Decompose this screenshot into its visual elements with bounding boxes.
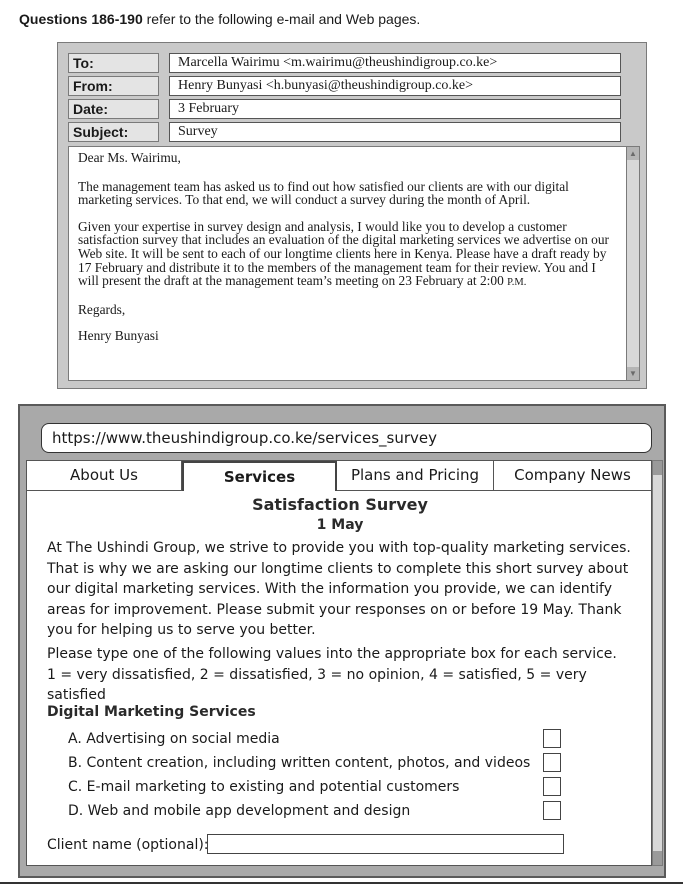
- email-subject-field[interactable]: Survey: [169, 122, 621, 142]
- scroll-up-arrow-icon[interactable]: ▲: [627, 147, 639, 160]
- page-divider: [0, 882, 683, 884]
- email-date-row: Date: 3 February: [68, 99, 621, 119]
- email-from-row: From: Henry Bunyasi <h.bunyasi@theushind…: [68, 76, 621, 96]
- service-label-a: A. Advertising on social media: [68, 731, 280, 747]
- rating-scale: 1 = very dissatisfied, 2 = dissatisfied,…: [47, 666, 587, 704]
- rating-input-b[interactable]: [543, 753, 561, 772]
- email-window: To: Marcella Wairimu <m.wairimu@theushin…: [57, 42, 647, 389]
- section-heading: Digital Marketing Services: [47, 704, 256, 720]
- survey-title: Satisfaction Survey: [252, 495, 428, 514]
- scrollbar-top-thumb[interactable]: [653, 461, 662, 475]
- email-closing: Regards,: [78, 301, 126, 317]
- rating-input-a[interactable]: [543, 729, 561, 748]
- tab-company-news[interactable]: Company News: [494, 461, 651, 491]
- url-bar[interactable]: https://www.theushindigroup.co.ke/servic…: [41, 423, 652, 453]
- client-name-input[interactable]: [207, 834, 564, 854]
- question-heading-rest: refer to the following e-mail and Web pa…: [142, 11, 421, 27]
- email-signature: Henry Bunyasi: [78, 328, 159, 344]
- email-from-field[interactable]: Henry Bunyasi <h.bunyasi@theushindigroup…: [169, 76, 621, 96]
- email-subject-label: Subject:: [68, 122, 159, 142]
- tab-plans-and-pricing[interactable]: Plans and Pricing: [337, 461, 494, 491]
- question-range: Questions 186-190: [19, 11, 143, 27]
- scroll-down-arrow-icon[interactable]: ▼: [627, 367, 639, 380]
- email-scrollbar[interactable]: ▲ ▼: [626, 146, 640, 381]
- scrollbar-bottom-thumb[interactable]: [653, 851, 662, 865]
- email-salutation: Dear Ms. Wairimu,: [78, 150, 181, 165]
- tab-services[interactable]: Services: [182, 461, 337, 491]
- service-label-c: C. E-mail marketing to existing and pote…: [68, 779, 460, 795]
- email-date-field[interactable]: 3 February: [169, 99, 621, 119]
- email-to-field[interactable]: Marcella Wairimu <m.wairimu@theushindigr…: [169, 53, 621, 73]
- web-scrollbar[interactable]: [652, 460, 663, 866]
- rating-input-c[interactable]: [543, 777, 561, 796]
- email-body: Dear Ms. Wairimu, The management team ha…: [68, 146, 628, 381]
- question-heading: Questions 186-190 refer to the following…: [19, 11, 420, 27]
- survey-intro: At The Ushindi Group, we strive to provi…: [47, 540, 631, 639]
- email-paragraph-2: Given your expertise in survey design an…: [78, 218, 619, 290]
- survey-date: 1 May: [316, 517, 364, 533]
- email-subject-row: Subject: Survey: [68, 122, 621, 142]
- email-paragraph-2-text: Given your expertise in survey design an…: [78, 218, 609, 289]
- email-from-label: From:: [68, 76, 159, 96]
- email-to-label: To:: [68, 53, 159, 73]
- web-page: About Us Services Plans and Pricing Comp…: [26, 460, 652, 866]
- service-label-d: D. Web and mobile app development and de…: [68, 803, 411, 819]
- email-paragraph-1: The management team has asked us to find…: [78, 178, 569, 208]
- email-date-label: Date:: [68, 99, 159, 119]
- email-time-suffix: P.M.: [507, 277, 527, 289]
- rating-input-d[interactable]: [543, 801, 561, 820]
- instruction-line-1: Please type one of the following values …: [47, 646, 617, 662]
- email-to-row: To: Marcella Wairimu <m.wairimu@theushin…: [68, 53, 621, 73]
- client-name-label: Client name (optional):: [47, 837, 209, 853]
- tab-about-us[interactable]: About Us: [27, 461, 182, 491]
- survey-instructions: Please type one of the following values …: [47, 644, 647, 706]
- browser-window: https://www.theushindigroup.co.ke/servic…: [18, 404, 666, 878]
- service-label-b: B. Content creation, including written c…: [68, 755, 531, 771]
